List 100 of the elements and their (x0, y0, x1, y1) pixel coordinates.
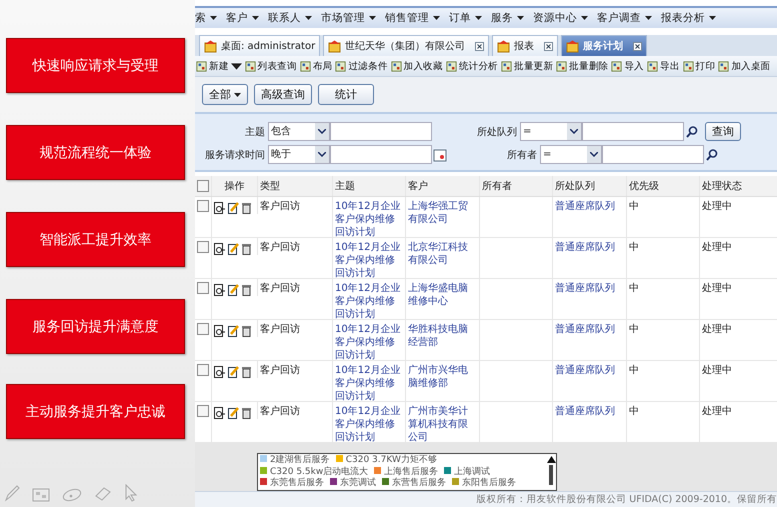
customer-link[interactable]: 北京华江科技有限公司 (406, 238, 480, 278)
menu-item[interactable]: 报表分析 (661, 11, 716, 26)
toolbar-button[interactable]: 加入桌面 (717, 60, 772, 73)
subject-link[interactable]: 10年12月企业客户保内维修回访计划 (333, 320, 406, 360)
close-icon[interactable] (633, 42, 642, 51)
view-icon[interactable] (214, 284, 225, 296)
checkbox[interactable] (197, 180, 209, 192)
queue-link[interactable]: 普通座席队列 (553, 402, 627, 442)
customer-link[interactable]: 华胜科技电脑经营部 (406, 320, 480, 360)
toolbar-button[interactable]: 打印 (682, 60, 716, 73)
operator-dropdown[interactable]: = (540, 145, 602, 164)
toolbar-button[interactable]: 布局 (298, 60, 334, 73)
edit-icon[interactable] (228, 202, 239, 214)
value-field[interactable] (582, 122, 684, 142)
subject-link[interactable]: 10年12月企业客户保内维修回访计划 (333, 238, 406, 278)
action-button[interactable]: 高级查询 (254, 84, 312, 106)
up-arrow-icon[interactable] (546, 456, 556, 464)
toolbar-button[interactable]: 过滤条件 (334, 60, 389, 73)
view-icon[interactable] (214, 202, 225, 214)
trash-icon[interactable] (242, 325, 251, 338)
toolbar-button[interactable]: 批量删除 (555, 60, 610, 73)
view-icon[interactable] (214, 325, 225, 338)
chevron-icon (318, 129, 326, 134)
checkbox[interactable] (197, 282, 209, 294)
column-header[interactable]: 类型 (258, 176, 333, 196)
edit-icon[interactable] (228, 407, 239, 420)
toolbar-button[interactable]: 批量更新 (500, 60, 554, 73)
customer-link[interactable]: 广州市兴华电脑维修部 (406, 361, 480, 402)
tab[interactable]: 桌面: administrator (199, 35, 320, 56)
menu-item[interactable]: 市场管理 (321, 11, 376, 26)
menu-item[interactable]: 订单 (449, 11, 482, 26)
subject-link[interactable]: 10年12月企业客户保内维修回访计划 (333, 197, 406, 238)
close-icon[interactable] (544, 42, 554, 51)
operator-dropdown[interactable]: 包含 (268, 122, 330, 142)
toolbar-button[interactable]: 统计分析 (444, 60, 500, 73)
toolbar-button[interactable]: 导入 (610, 60, 646, 73)
menu-item[interactable]: 服务 (491, 11, 524, 26)
calendar-icon[interactable] (433, 148, 447, 162)
search-icon[interactable] (685, 124, 699, 139)
action-button[interactable]: 统计 (318, 84, 374, 106)
query-button[interactable]: 查询 (705, 122, 741, 142)
column-header[interactable]: 客户 (406, 176, 480, 196)
view-icon[interactable] (214, 407, 225, 420)
menu-item[interactable]: 索 (195, 11, 217, 26)
view-icon[interactable] (214, 243, 225, 256)
queue-link[interactable]: 普通座席队列 (553, 320, 627, 360)
tab[interactable]: 服务计划 (561, 35, 648, 56)
column-header[interactable]: 处理状态 (700, 176, 777, 196)
menu-item[interactable]: 客户 (226, 11, 259, 26)
value-field[interactable] (330, 145, 432, 164)
value-field[interactable] (330, 122, 432, 142)
column-header[interactable]: 所处队列 (553, 176, 627, 196)
checkbox[interactable] (197, 364, 209, 376)
customer-link[interactable]: 广州市美华计算机科技有限公司 (406, 402, 480, 442)
queue-link[interactable]: 普通座席队列 (553, 279, 627, 320)
column-header[interactable]: 优先级 (627, 176, 700, 196)
column-header[interactable]: 所有者 (480, 176, 553, 196)
customer-link[interactable]: 上海华强工贸有限公司 (406, 197, 480, 238)
table-cell: 客户回访 (258, 361, 333, 402)
subject-link[interactable]: 10年12月企业客户保内维修回访计划 (333, 361, 406, 402)
tab[interactable]: 报表 (492, 35, 558, 56)
menu-item[interactable]: 客户调查 (597, 11, 652, 26)
customer-link[interactable]: 上海华盛电脑维修中心 (406, 279, 480, 320)
close-icon[interactable] (475, 42, 484, 51)
trash-icon[interactable] (242, 407, 251, 420)
edit-icon[interactable] (228, 366, 239, 378)
toolbar-button[interactable]: 加入收藏 (390, 60, 444, 73)
subject-link[interactable]: 10年12月企业客户保内维修回访计划 (333, 279, 406, 320)
operator-dropdown[interactable]: 晚于 (268, 145, 330, 164)
edit-icon[interactable] (228, 325, 239, 338)
column-header[interactable]: 操作 (212, 176, 258, 196)
checkbox[interactable] (197, 323, 209, 336)
search-icon[interactable] (705, 148, 719, 162)
subject-link[interactable]: 10年12月企业客户保内维修回访计划 (333, 402, 406, 442)
toolbar-button[interactable]: 列表查询 (244, 60, 298, 73)
trash-icon[interactable] (242, 284, 251, 296)
trash-icon[interactable] (242, 202, 251, 214)
caret-icon (369, 16, 376, 20)
toolbar-button[interactable]: 新建 (195, 60, 243, 73)
queue-link[interactable]: 普通座席队列 (553, 197, 627, 238)
edit-icon[interactable] (228, 243, 239, 256)
queue-link[interactable]: 普通座席队列 (553, 238, 627, 278)
menu-item[interactable]: 联系人 (268, 11, 312, 26)
view-select[interactable]: 全部 (202, 84, 248, 106)
column-header[interactable]: 主题 (333, 176, 406, 196)
view-icon[interactable] (214, 366, 225, 378)
menu-item[interactable]: 资源中心 (533, 11, 588, 26)
operator-dropdown[interactable]: = (520, 122, 582, 142)
value-field[interactable] (602, 145, 704, 164)
table-cell: 中 (627, 279, 700, 320)
toolbar-button[interactable]: 导出 (646, 60, 681, 73)
edit-icon[interactable] (228, 284, 239, 296)
queue-link[interactable]: 普通座席队列 (553, 361, 627, 402)
tab[interactable]: 世纪天华（集团）有限公司 (323, 35, 490, 56)
trash-icon[interactable] (242, 243, 251, 256)
checkbox[interactable] (197, 241, 209, 254)
menu-item[interactable]: 销售管理 (385, 11, 440, 26)
checkbox[interactable] (197, 200, 209, 212)
trash-icon[interactable] (242, 366, 251, 378)
checkbox[interactable] (197, 405, 209, 418)
